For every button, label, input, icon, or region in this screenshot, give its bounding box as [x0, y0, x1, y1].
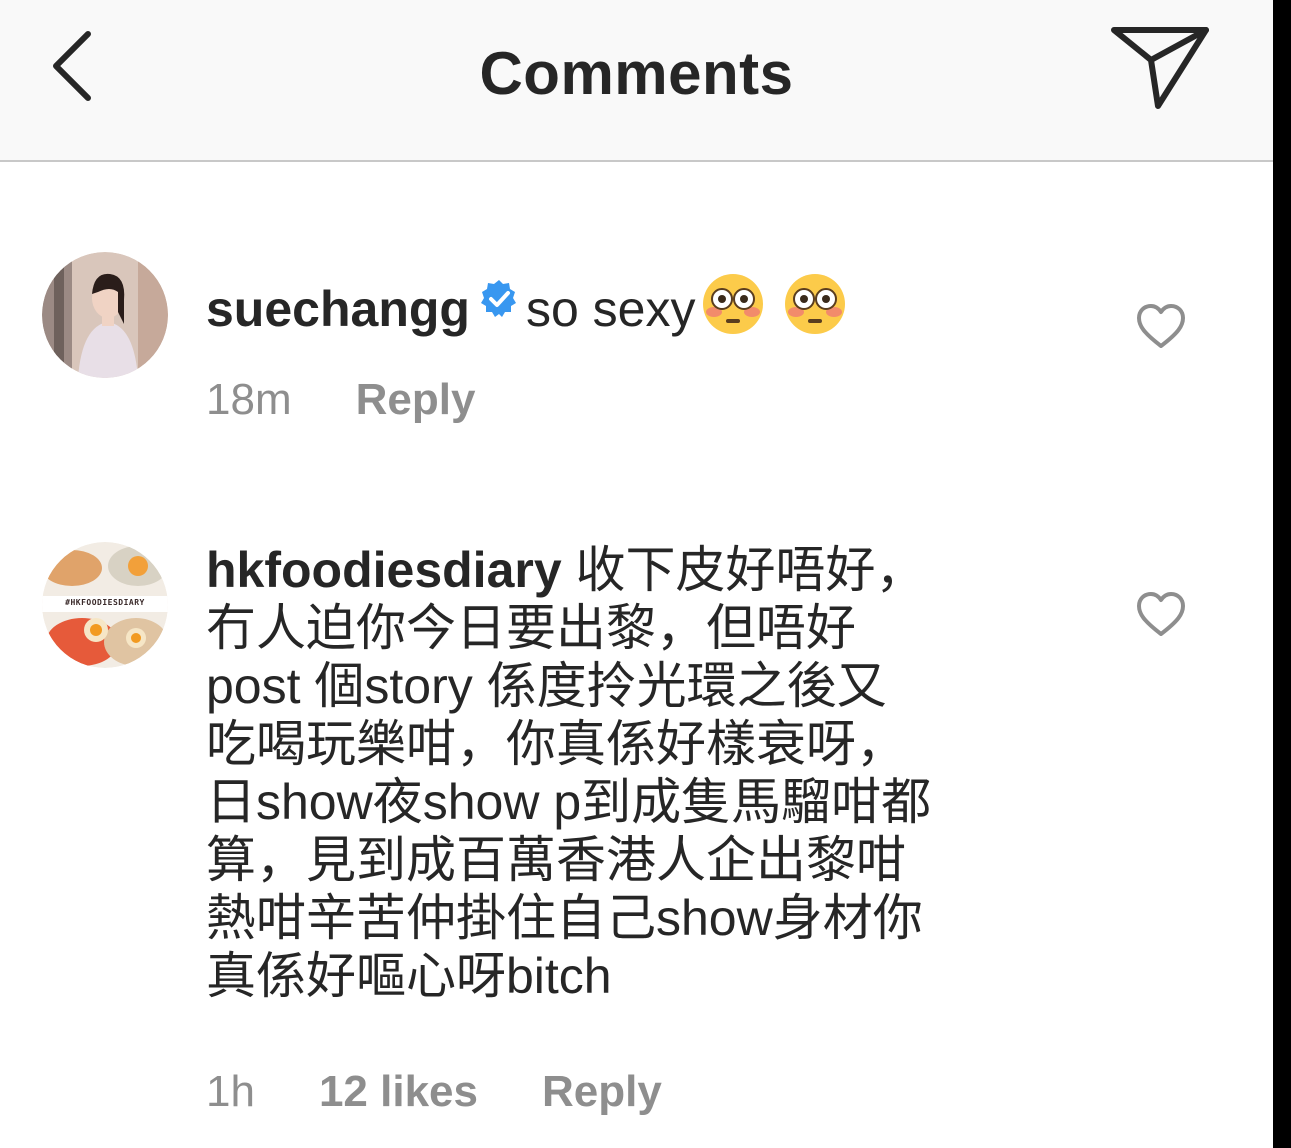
flushed-face-emoji — [785, 274, 846, 334]
paper-plane-icon — [1111, 27, 1209, 109]
avatar[interactable] — [42, 252, 168, 378]
heart-icon — [1137, 592, 1185, 636]
verified-badge-icon — [480, 280, 516, 317]
like-button[interactable] — [1134, 590, 1188, 640]
comment-text-line: 真係好嘔心呀bitch — [206, 948, 612, 1004]
likes-count[interactable]: 12 likes — [319, 1067, 478, 1116]
share-button[interactable] — [1106, 20, 1216, 116]
avatar-photo — [42, 252, 168, 378]
avatar-logo-text: #HKFOODIESDIARY — [65, 598, 145, 607]
comment-meta: 18m Reply — [206, 374, 539, 426]
comment-username[interactable]: suechangg — [206, 281, 470, 337]
page-title: Comments — [479, 40, 794, 107]
comment-body: suechangg so sexy — [206, 272, 847, 338]
comment-text-line: 冇人迫你今日要出黎，但唔好 — [206, 600, 856, 656]
heart-icon — [1137, 304, 1185, 348]
comment-timestamp: 1h — [206, 1067, 255, 1116]
comment-text-line: 日show夜show p到成隻馬騮咁都 — [206, 774, 932, 830]
comment-username[interactable]: hkfoodiesdiary — [206, 542, 562, 598]
comment-body: hkfoodiesdiary 收下皮好唔好， 冇人迫你今日要出黎，但唔好 pos… — [206, 541, 931, 1005]
reply-button[interactable]: Reply — [356, 375, 476, 424]
screen-edge — [1273, 0, 1291, 1148]
comment-text-line: 算，見到成百萬香港人企出黎咁 — [206, 832, 906, 888]
reply-button[interactable]: Reply — [542, 1067, 662, 1116]
comment-text-line: 吃喝玩樂咁，你真係好樣衰呀， — [206, 716, 906, 772]
comment-text-line: 收下皮好唔好， — [575, 542, 926, 598]
comment-text: so sexy — [525, 281, 696, 337]
comments-header: Comments — [0, 0, 1273, 162]
comment-timestamp: 18m — [206, 375, 292, 424]
flushed-face-emoji — [703, 274, 764, 334]
like-button[interactable] — [1134, 302, 1188, 352]
comment-meta: 1h 12 likes Reply — [206, 1066, 726, 1118]
avatar[interactable]: #HKFOODIESDIARY — [42, 542, 168, 668]
comment-text-line: post 個story 係度拎光環之後又 — [206, 658, 887, 714]
comment-text-line: 熱咁辛苦仲掛住自己show身材你 — [206, 890, 923, 946]
